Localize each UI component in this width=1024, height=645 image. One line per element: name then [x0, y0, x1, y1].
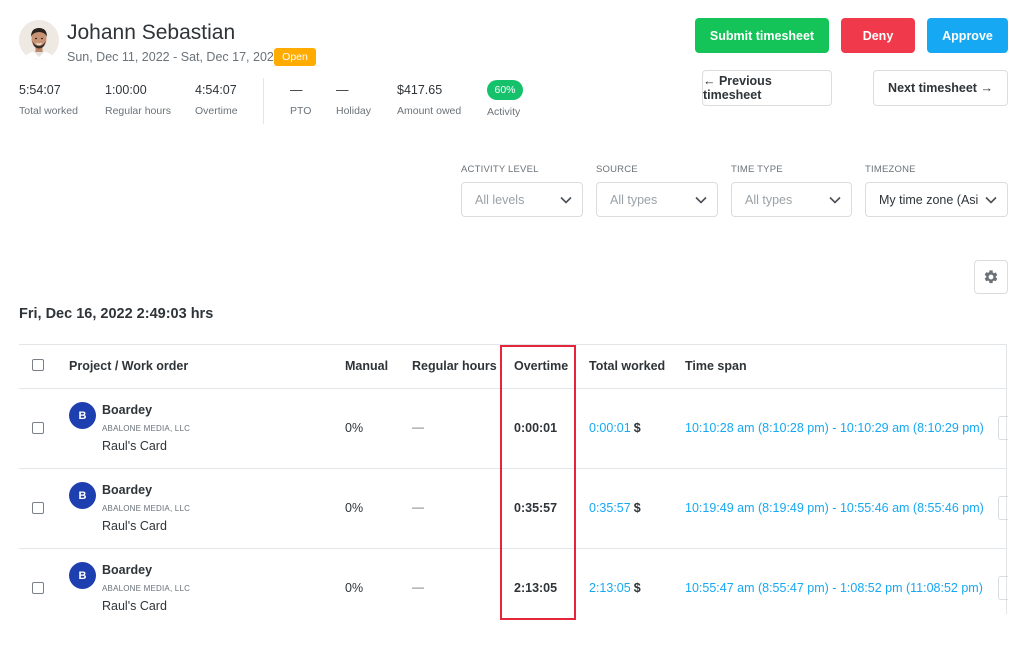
dollar-icon: $ — [633, 421, 641, 435]
stat-value: $417.65 — [397, 83, 443, 97]
regular-hours-value: — — [412, 500, 424, 514]
stat-value: — — [336, 83, 349, 97]
approve-button[interactable]: Approve — [927, 18, 1008, 53]
stat-holiday: — Holiday — [336, 83, 371, 117]
manual-percent: 0% — [345, 421, 364, 435]
time-span-link[interactable]: 10:55:47 am (8:55:47 pm) - 1:08:52 pm (1… — [685, 581, 983, 595]
select-value: My time zone (Asia — [879, 192, 979, 207]
project-name[interactable]: Boardey — [102, 483, 152, 497]
gear-icon — [984, 270, 998, 284]
chevron-down-icon — [695, 196, 707, 204]
stat-label: Holiday — [336, 105, 372, 117]
next-timesheet-button[interactable]: Next timesheet → — [873, 70, 1008, 106]
filter-label: TIMEZONE — [865, 164, 916, 175]
chevron-down-icon — [829, 196, 841, 204]
project-name[interactable]: Boardey — [102, 403, 152, 417]
total-worked-link[interactable]: 0:35:57 $ — [589, 501, 641, 515]
overtime-column-highlight — [500, 345, 576, 620]
total-worked-value: 0:00:01 — [589, 421, 631, 435]
select-value: All levels — [475, 192, 525, 207]
stats-divider — [263, 78, 264, 124]
filter-label: TIME TYPE — [731, 164, 783, 175]
time-span-link[interactable]: 10:10:28 am (8:10:28 pm) - 10:10:29 am (… — [685, 421, 984, 435]
stat-value: 4:54:07 — [195, 83, 237, 97]
stat-label: Amount owed — [397, 105, 462, 117]
dollar-icon: $ — [633, 581, 641, 595]
work-order-name: Raul's Card — [102, 519, 167, 533]
filter-source: SOURCE All types — [596, 164, 718, 217]
chevron-down-icon — [560, 196, 572, 204]
date-range: Sun, Dec 11, 2022 - Sat, Dec 17, 2022 — [67, 50, 281, 64]
activity-level-select[interactable]: All levels — [461, 182, 583, 217]
project-avatar: B — [69, 482, 96, 509]
select-all-checkbox[interactable] — [32, 359, 44, 371]
row-checkbox[interactable] — [32, 582, 44, 594]
stat-value: — — [290, 83, 303, 97]
column-header-total-worked[interactable]: Total worked — [589, 359, 665, 373]
project-name[interactable]: Boardey — [102, 563, 152, 577]
stat-value: 5:54:07 — [19, 83, 61, 97]
dollar-icon: $ — [633, 501, 641, 515]
project-avatar: B — [69, 402, 96, 429]
row-action-button[interactable] — [998, 416, 1008, 440]
row-checkbox[interactable] — [32, 422, 44, 434]
filter-label: ACTIVITY LEVEL — [461, 164, 539, 175]
time-span-link[interactable]: 10:19:49 am (8:19:49 pm) - 10:55:46 am (… — [685, 501, 984, 515]
stat-label: Activity — [487, 106, 521, 118]
time-type-select[interactable]: All types — [731, 182, 852, 217]
day-title: Fri, Dec 16, 2022 2:49:03 hrs — [19, 306, 214, 322]
project-organization: ABALONE MEDIA, LLC — [102, 584, 191, 593]
manual-percent: 0% — [345, 581, 364, 595]
stat-amount-owed: $417.65 Amount owed — [397, 83, 461, 117]
select-value: All types — [610, 192, 658, 207]
row-action-button[interactable] — [998, 496, 1008, 520]
stat-label: Total worked — [19, 105, 78, 117]
filter-label: SOURCE — [596, 164, 638, 175]
filter-activity-level: ACTIVITY LEVEL All levels — [461, 164, 583, 217]
table-right-border — [1006, 344, 1007, 614]
stat-label: Overtime — [195, 105, 238, 117]
user-avatar — [19, 20, 59, 60]
column-header-regular-hours[interactable]: Regular hours — [412, 359, 497, 373]
total-worked-link[interactable]: 0:00:01 $ — [589, 421, 641, 435]
chevron-down-icon — [985, 196, 997, 204]
stat-label: Regular hours — [105, 105, 171, 117]
activity-badge: 60% — [487, 80, 523, 100]
column-header-manual[interactable]: Manual — [345, 359, 388, 373]
total-worked-value: 2:13:05 — [589, 581, 631, 595]
user-name: Johann Sebastian — [67, 21, 236, 44]
stat-regular-hours: 1:00:00 Regular hours — [105, 83, 171, 117]
project-avatar: B — [69, 562, 96, 589]
project-organization: ABALONE MEDIA, LLC — [102, 504, 191, 513]
work-order-name: Raul's Card — [102, 599, 167, 613]
stat-label: PTO — [290, 105, 312, 117]
stat-total-worked: 5:54:07 Total worked — [19, 83, 78, 117]
deny-button[interactable]: Deny — [841, 18, 915, 53]
row-action-button[interactable] — [998, 576, 1008, 600]
regular-hours-value: — — [412, 580, 424, 594]
stat-pto: — PTO — [290, 83, 311, 117]
total-worked-link[interactable]: 2:13:05 $ — [589, 581, 641, 595]
column-header-project[interactable]: Project / Work order — [69, 359, 188, 373]
filter-time-type: TIME TYPE All types — [731, 164, 852, 217]
total-worked-value: 0:35:57 — [589, 501, 631, 515]
stat-value: 1:00:00 — [105, 83, 147, 97]
status-badge: Open — [274, 48, 316, 66]
work-order-name: Raul's Card — [102, 439, 167, 453]
timezone-select[interactable]: My time zone (Asia — [865, 182, 1008, 217]
source-select[interactable]: All types — [596, 182, 718, 217]
project-organization: ABALONE MEDIA, LLC — [102, 424, 191, 433]
submit-timesheet-button[interactable]: Submit timesheet — [695, 18, 829, 53]
regular-hours-value: — — [412, 420, 424, 434]
select-value: All types — [745, 192, 793, 207]
filter-timezone: TIMEZONE My time zone (Asia — [865, 164, 1008, 217]
table-settings-button[interactable] — [974, 260, 1008, 294]
manual-percent: 0% — [345, 501, 364, 515]
previous-timesheet-button[interactable]: ← Previous timesheet — [702, 70, 832, 106]
stat-activity: 60% Activity — [487, 80, 523, 118]
column-header-time-span[interactable]: Time span — [685, 359, 747, 373]
row-checkbox[interactable] — [32, 502, 44, 514]
stat-overtime: 4:54:07 Overtime — [195, 83, 238, 117]
